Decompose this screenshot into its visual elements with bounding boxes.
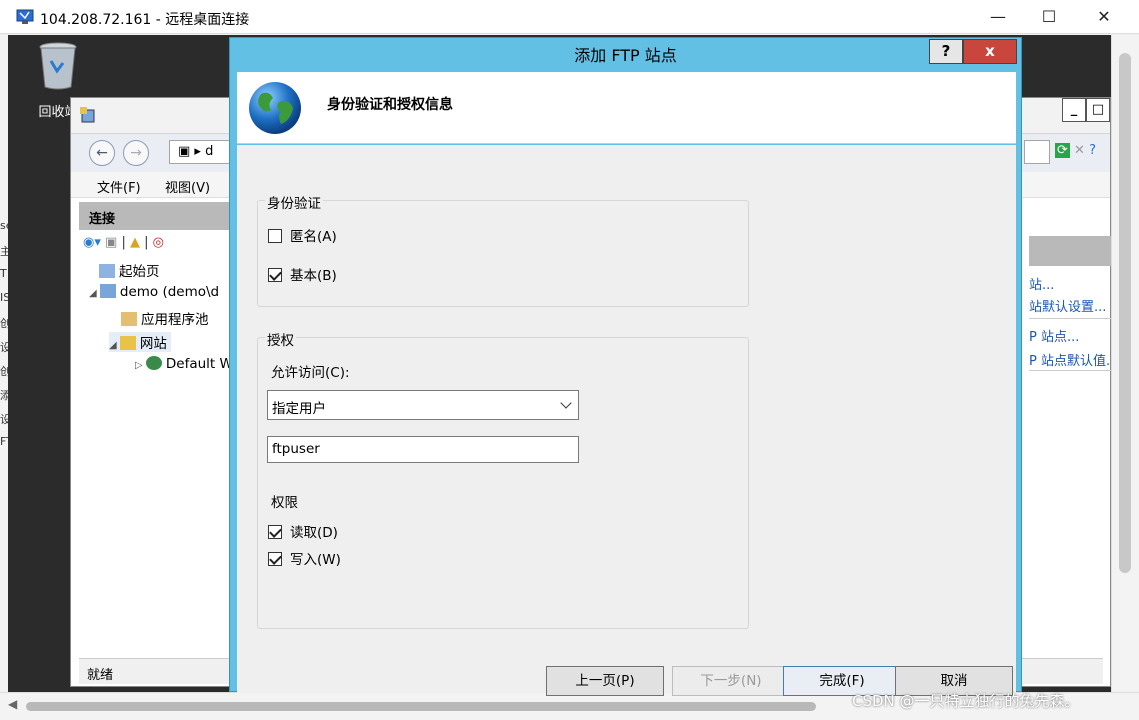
minimize-button[interactable]: —: [970, 0, 1026, 34]
users-input-value: ftpuser: [272, 441, 320, 457]
globe-icon: [145, 356, 162, 370]
connect-icon[interactable]: ◉▾: [83, 235, 101, 250]
allow-access-label: 允许访问(C):: [271, 365, 350, 381]
save-icon[interactable]: ▣: [105, 235, 117, 250]
recycle-bin-icon: [39, 42, 77, 90]
iis-window-controls: _ □: [1062, 98, 1110, 122]
home-folder-icon: ▣ ▸: [178, 144, 206, 159]
next-button[interactable]: 下一步(N): [672, 666, 790, 696]
server-icon: [99, 284, 116, 298]
permissions-label: 权限: [271, 495, 298, 511]
dialog-help-button[interactable]: ?: [929, 39, 963, 64]
left-edge-strip: se 主 T IS 创 设 创 添 设 FT: [0, 35, 13, 692]
read-checkbox-label: 读取(D): [290, 525, 338, 541]
collapse-arrow-icon[interactable]: ◢: [89, 288, 100, 299]
basic-checkbox[interactable]: 基本(B): [268, 264, 337, 284]
dialog-body: 身份验证 匿名(A) 基本(B) 授权 允许访问(C): 指定用户 ftpuse…: [237, 145, 1016, 696]
forward-button[interactable]: →: [123, 140, 149, 166]
actions-panel: 站... 站默认设置... P 站点... P 站点默认值...: [1029, 268, 1111, 378]
basic-checkbox-box[interactable]: [268, 268, 282, 282]
dialog-title: 添加 FTP 站点: [574, 46, 677, 65]
address-input-end[interactable]: [1024, 140, 1050, 164]
chevron-down-icon: [560, 397, 572, 409]
vertical-scrollbar[interactable]: [1111, 35, 1139, 692]
action-site-defaults[interactable]: 站默认设置...: [1029, 296, 1106, 315]
collapse-arrow-icon[interactable]: ◢: [109, 340, 120, 351]
tree-item-server[interactable]: ◢ demo (demo\d: [89, 284, 219, 300]
action-add-ftp-site[interactable]: P 站点...: [1029, 326, 1079, 345]
tree-item-app-pools[interactable]: 应用程序池: [121, 308, 209, 328]
rdp-titlebar: 104.208.72.161 - 远程桌面连接 — ☐ ✕: [0, 0, 1139, 34]
start-page-icon: [99, 264, 115, 278]
actions-divider: [1029, 370, 1111, 371]
help-icon[interactable]: ?: [1089, 143, 1096, 158]
authorization-group-label: 授权: [265, 329, 296, 349]
maximize-button[interactable]: ☐: [1021, 0, 1077, 34]
anonymous-checkbox-box[interactable]: [268, 229, 282, 243]
iis-app-icon: [80, 107, 95, 123]
app-pools-icon: [121, 312, 137, 326]
horizontal-scroll-thumb[interactable]: [26, 702, 816, 711]
sites-folder-icon: [119, 336, 136, 350]
anonymous-checkbox-label: 匿名(A): [290, 229, 337, 245]
vertical-scroll-thumb[interactable]: [1119, 53, 1131, 573]
close-button[interactable]: ✕: [1076, 0, 1132, 34]
tree-item-sites[interactable]: ◢ 网站: [109, 332, 171, 352]
iis-minimize-button[interactable]: _: [1062, 98, 1086, 122]
write-checkbox-label: 写入(W): [290, 552, 341, 568]
add-ftp-site-dialog: 添加 FTP 站点 ? x 身份验证和授权信息 身份验证 匿名(A) 基本(B): [229, 37, 1022, 696]
address-text: d: [205, 144, 214, 159]
left-strip-char: T: [0, 267, 7, 280]
remote-desktop-icon: [16, 9, 34, 24]
banner-title: 身份验证和授权信息: [327, 97, 453, 113]
address-toolbar-icons: ⟳ ✕ ?: [1055, 143, 1096, 158]
dialog-close-button[interactable]: x: [963, 39, 1017, 64]
allow-access-select[interactable]: 指定用户: [267, 390, 579, 420]
connections-toolbar: ◉▾ ▣ | ▲ | ◎: [83, 235, 164, 250]
allow-access-value: 指定用户: [272, 401, 326, 417]
tree-item-start-page[interactable]: 起始页: [99, 260, 160, 280]
read-checkbox[interactable]: 读取(D): [268, 521, 338, 541]
dialog-banner: 身份验证和授权信息: [237, 72, 1016, 144]
up-folder-icon[interactable]: ▲: [130, 235, 140, 250]
authentication-group-label: 身份验证: [265, 192, 323, 212]
menu-file[interactable]: 文件(F): [97, 177, 141, 196]
rdp-window-title: 104.208.72.161 - 远程桌面连接: [40, 12, 250, 28]
globe-icon: [249, 82, 301, 134]
connections-tree: 起始页 ◢ demo (demo\d 应用程序池 ◢ 网站 ▷ Default …: [79, 258, 239, 650]
connections-header: 连接: [79, 202, 239, 230]
action-ftp-site-defaults[interactable]: P 站点默认值...: [1029, 350, 1111, 369]
expand-arrow-icon[interactable]: ▷: [135, 360, 146, 371]
write-checkbox-box[interactable]: [268, 552, 282, 566]
authentication-group: [257, 200, 749, 307]
anonymous-checkbox[interactable]: 匿名(A): [268, 225, 337, 245]
actions-divider: [1029, 318, 1111, 319]
previous-button[interactable]: 上一页(P): [546, 666, 664, 696]
csdn-watermark: CSDN @一只特立独行的兔先森。: [852, 692, 1080, 710]
tree-item-default-site[interactable]: ▷ Default W: [135, 356, 233, 372]
users-input[interactable]: ftpuser: [267, 436, 579, 463]
refresh-icon[interactable]: ⟳: [1055, 143, 1070, 158]
disconnect-icon[interactable]: ◎: [153, 235, 164, 250]
stop-icon[interactable]: ✕: [1074, 143, 1085, 158]
write-checkbox[interactable]: 写入(W): [268, 548, 341, 568]
scroll-left-icon[interactable]: ◀: [8, 697, 17, 711]
iis-maximize-button[interactable]: □: [1086, 98, 1110, 122]
read-checkbox-box[interactable]: [268, 525, 282, 539]
action-add-site[interactable]: 站...: [1029, 274, 1054, 293]
back-button[interactable]: ←: [89, 140, 115, 166]
actions-header: [1029, 236, 1111, 266]
dialog-button-bar: 上一页(P) 下一步(N) 完成(F) 取消: [237, 661, 1016, 696]
menu-view[interactable]: 视图(V): [165, 177, 210, 196]
basic-checkbox-label: 基本(B): [290, 268, 337, 284]
